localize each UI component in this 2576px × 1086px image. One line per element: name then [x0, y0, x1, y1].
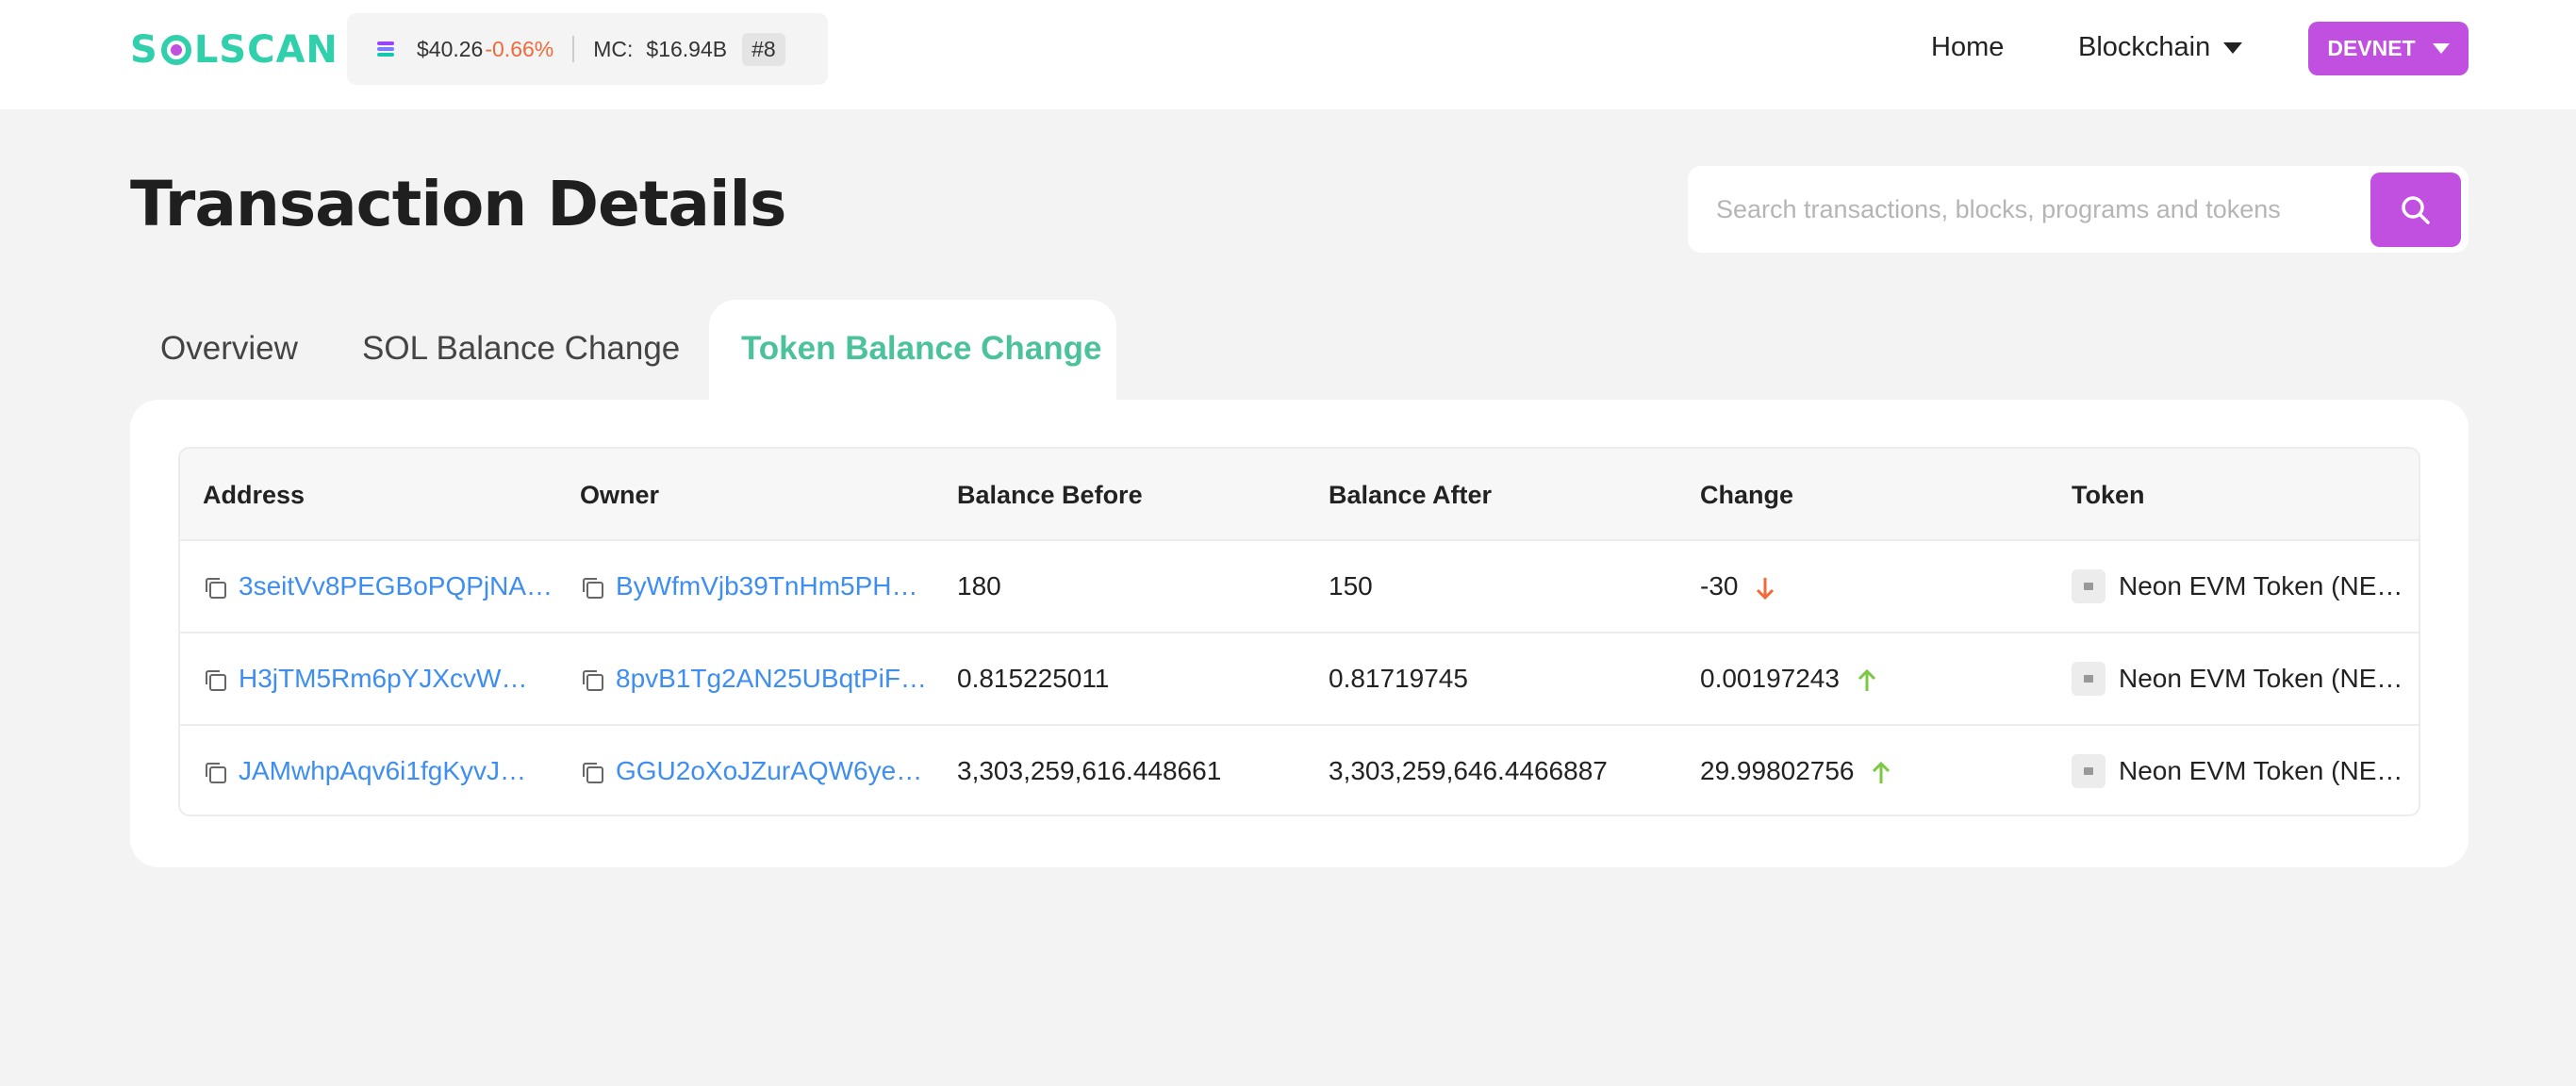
address-link[interactable]: 3seitVv8PEGBoPQPjNA… [239, 571, 553, 601]
page-title: Transaction Details [130, 168, 786, 240]
search-input[interactable] [1716, 185, 2376, 234]
copy-icon[interactable] [203, 575, 229, 601]
arrow-down-icon [1757, 577, 1775, 600]
sol-price-box: $40.26 -0.66% MC: $16.94B #8 [347, 13, 828, 85]
copy-icon[interactable] [580, 760, 606, 786]
chevron-down-icon [2432, 43, 2450, 54]
balance-after: 3,303,259,646.4466887 [1329, 756, 1608, 785]
column-header-address: Address [203, 481, 305, 509]
token-name[interactable]: Neon EVM Token (NE… [2119, 664, 2403, 694]
tab-sol-balance-change[interactable]: SOL Balance Change [362, 330, 680, 368]
copy-icon[interactable] [203, 667, 229, 694]
top-navbar: S LSCAN $40.26 -0.66% MC: $16.94B #8 Hom… [0, 0, 2576, 109]
address-link[interactable]: H3jTM5Rm6pYJXcvW… [239, 664, 527, 694]
copy-icon[interactable] [580, 575, 606, 601]
token-balance-table: Address Owner Balance Before Balance Aft… [178, 447, 2420, 816]
sol-price: $40.26 [417, 36, 484, 61]
logo-o-icon [160, 34, 192, 66]
owner-link[interactable]: ByWfmVjb39TnHm5PH… [616, 571, 918, 601]
balance-change: 29.99802756 [1700, 756, 1891, 786]
tab-overview[interactable]: Overview [160, 330, 298, 368]
token-icon [2072, 569, 2105, 603]
balance-change: -30 [1700, 571, 1775, 601]
column-header-change: Change [1700, 481, 1794, 509]
token-icon [2072, 754, 2105, 788]
owner-link[interactable]: 8pvB1Tg2AN25UBqtPiF… [616, 664, 927, 694]
table-row: JAMwhpAqv6i1fgKyvJ… GGU2oXoJZurAQW6ye… 3… [180, 726, 2419, 814]
logo-text-end: LSCAN [193, 28, 339, 72]
token-icon [2072, 662, 2105, 696]
search-button[interactable] [2370, 173, 2461, 247]
arrow-up-icon [1858, 668, 1875, 691]
balance-before: 0.815225011 [957, 664, 1110, 693]
change-value: 29.99802756 [1700, 756, 1855, 785]
balance-before: 180 [957, 571, 1001, 601]
balance-after: 0.81719745 [1329, 664, 1468, 693]
table-header: Address Owner Balance Before Balance Aft… [180, 449, 2419, 541]
change-value: 0.00197243 [1700, 664, 1840, 693]
logo-text-start: S [130, 28, 158, 72]
rank-badge: #8 [742, 32, 785, 66]
balance-before: 3,303,259,616.448661 [957, 756, 1222, 785]
address-link[interactable]: JAMwhpAqv6i1fgKyvJ… [239, 756, 526, 786]
market-cap-label: MC: [593, 36, 634, 61]
nav-home-link[interactable]: Home [1931, 32, 2004, 63]
column-header-token: Token [2072, 481, 2145, 509]
nav-blockchain-dropdown[interactable]: Blockchain [2078, 32, 2243, 63]
divider [572, 36, 575, 62]
column-header-balance-after: Balance After [1329, 481, 1493, 509]
solscan-logo[interactable]: S LSCAN [130, 28, 339, 72]
search-icon [2402, 195, 2430, 224]
token-name[interactable]: Neon EVM Token (NE… [2119, 571, 2403, 601]
table-row: 3seitVv8PEGBoPQPjNA… ByWfmVjb39TnHm5PH… … [180, 541, 2419, 634]
table-row: H3jTM5Rm6pYJXcvW… 8pvB1Tg2AN25UBqtPiF… 0… [180, 634, 2419, 726]
sol-price-change: -0.66% [485, 36, 554, 61]
market-cap-value: $16.94B [646, 36, 728, 61]
chevron-down-icon [2223, 41, 2243, 54]
column-header-balance-before: Balance Before [957, 481, 1143, 509]
network-label: DEVNET [2327, 36, 2416, 60]
network-select-button[interactable]: DEVNET [2308, 22, 2469, 75]
arrow-up-icon [1873, 761, 1891, 783]
nav-blockchain-label: Blockchain [2078, 32, 2211, 62]
copy-icon[interactable] [203, 760, 229, 786]
owner-link[interactable]: GGU2oXoJZurAQW6ye… [616, 756, 922, 786]
token-name[interactable]: Neon EVM Token (NE… [2119, 756, 2403, 786]
tab-token-balance-change[interactable]: Token Balance Change [741, 330, 1102, 368]
balance-change: 0.00197243 [1700, 664, 1877, 694]
solana-icon [377, 41, 394, 57]
change-value: -30 [1700, 571, 1739, 601]
search-bar [1688, 166, 2469, 253]
column-header-owner: Owner [580, 481, 660, 509]
balance-after: 150 [1329, 571, 1373, 601]
copy-icon[interactable] [580, 667, 606, 694]
